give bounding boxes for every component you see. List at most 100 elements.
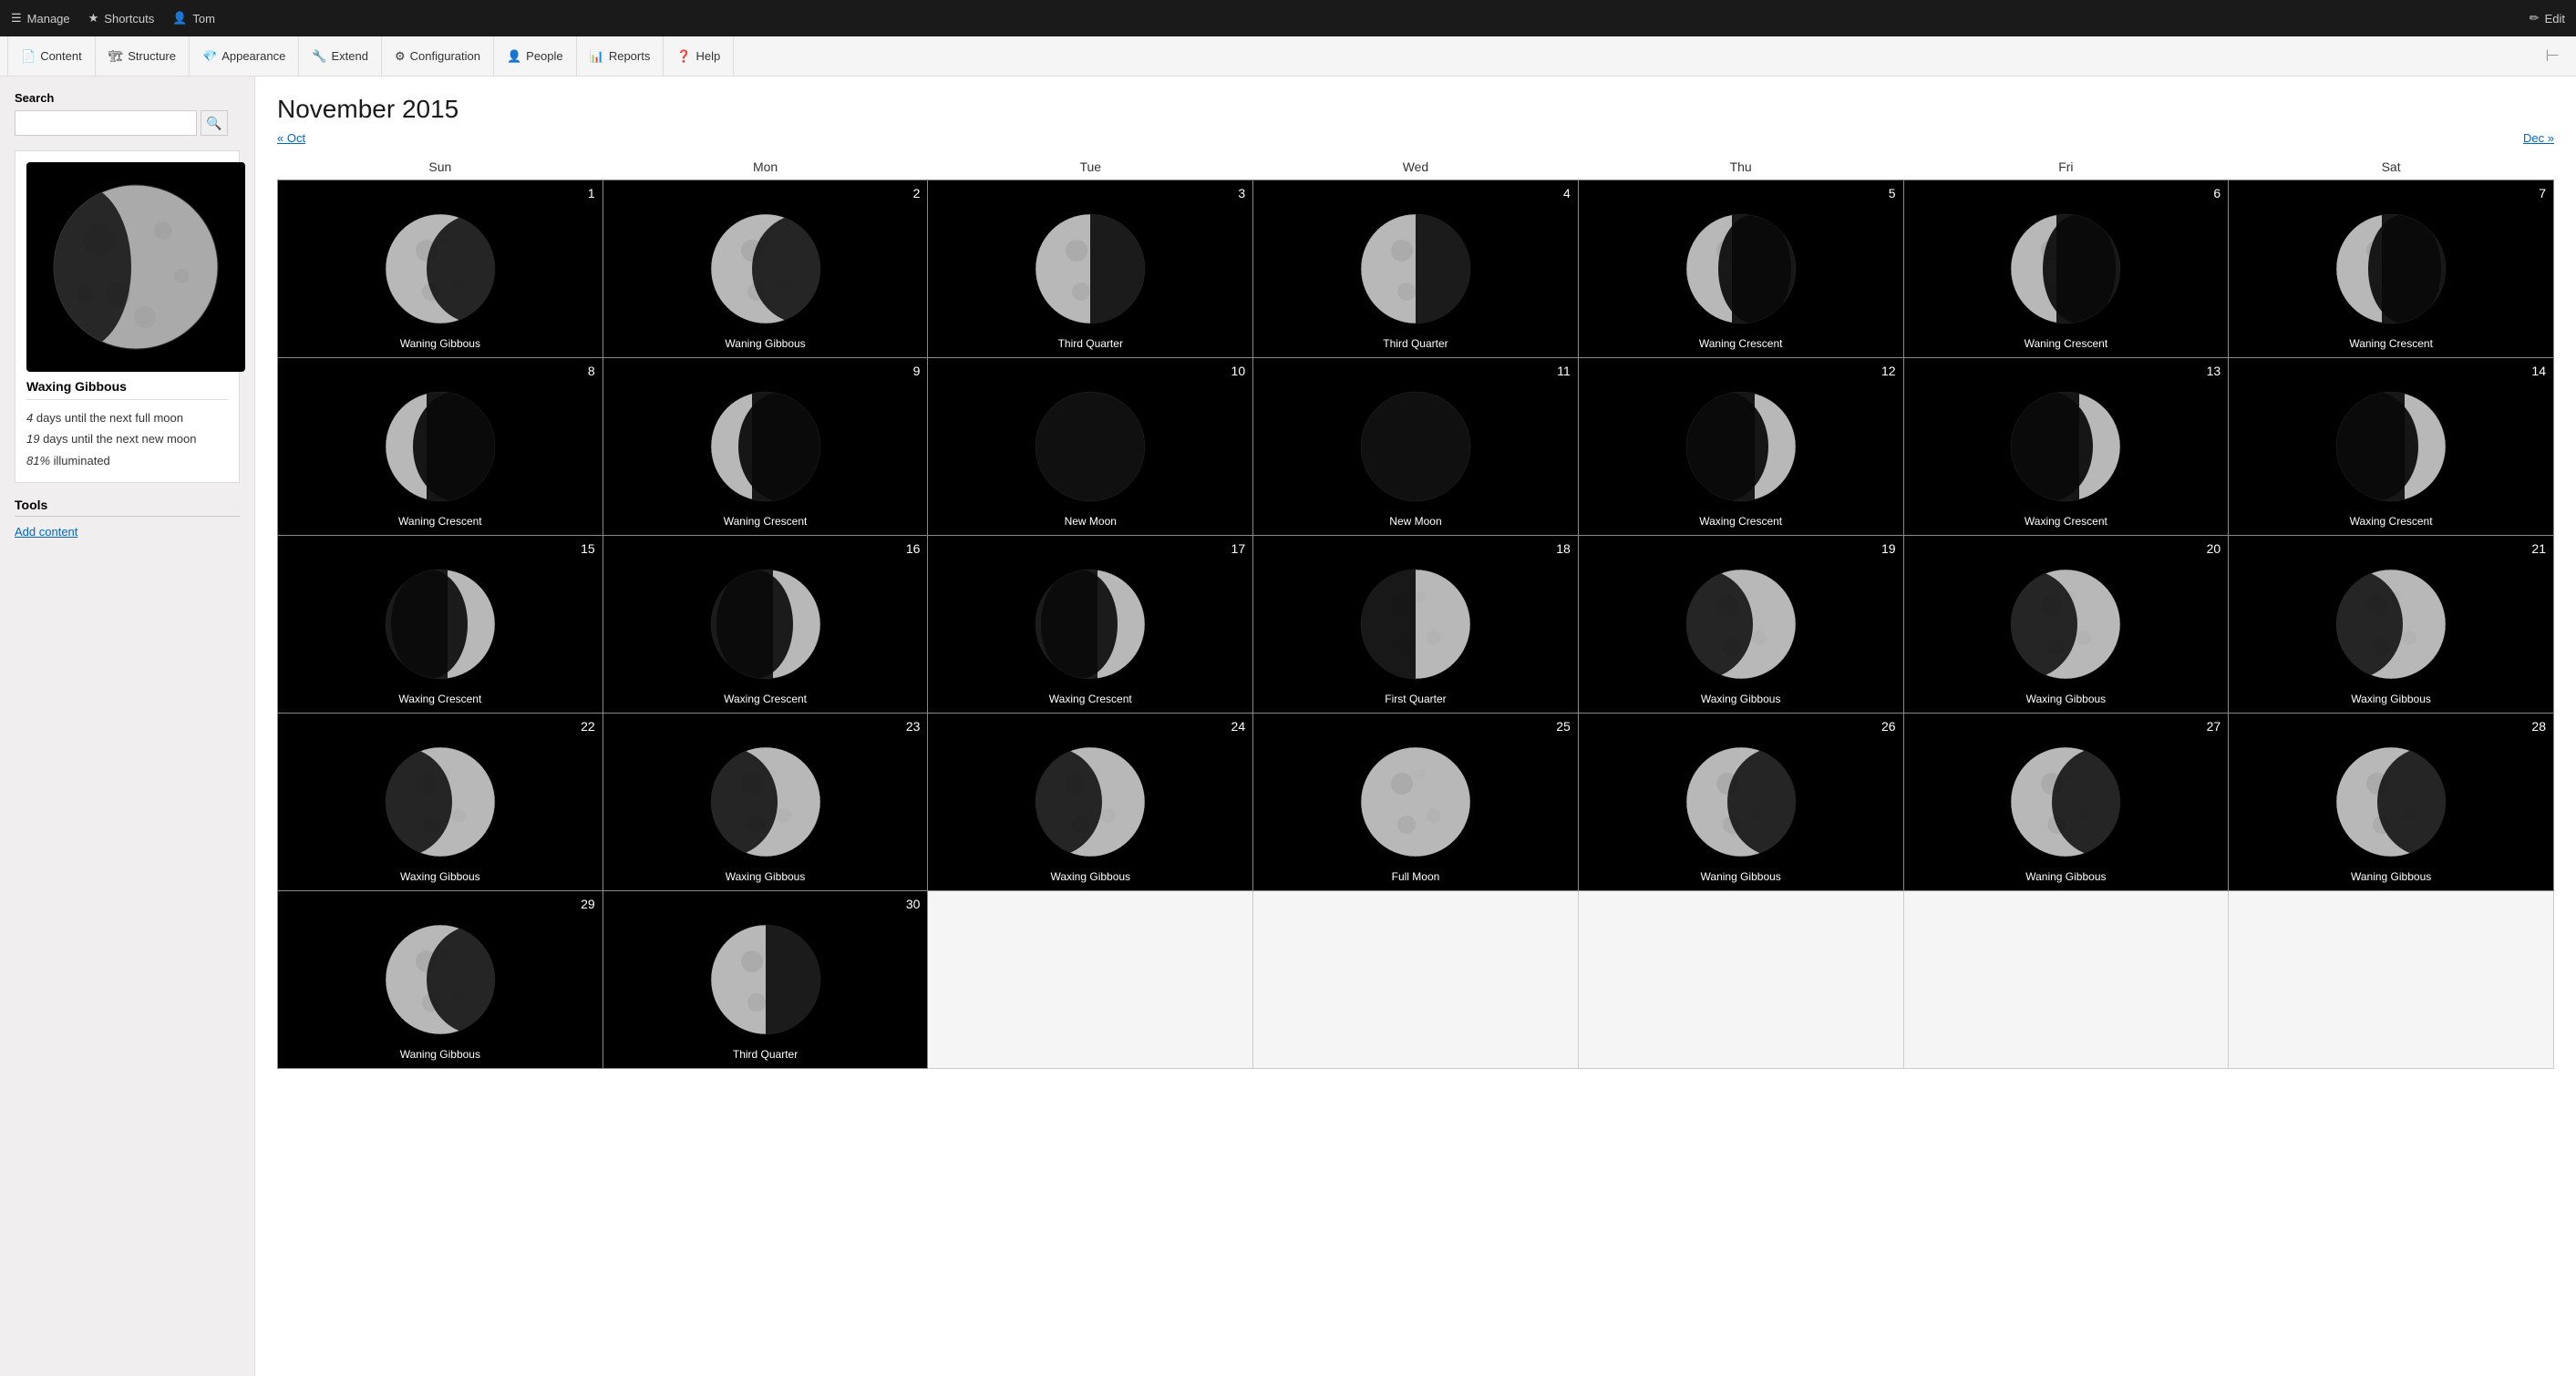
table-row[interactable]: 27 Waning Gibbous bbox=[1903, 714, 2229, 891]
day-number: 2 bbox=[913, 186, 921, 200]
table-row[interactable]: 22 Waxing Gibbous bbox=[278, 714, 603, 891]
weekday-mon: Mon bbox=[603, 154, 928, 180]
nav-configuration[interactable]: ⚙ Configuration bbox=[382, 36, 494, 77]
table-row[interactable]: 18 First Quarter bbox=[1253, 536, 1579, 714]
moon-image bbox=[2229, 714, 2553, 890]
table-row[interactable]: 9 Waning Crescent bbox=[603, 358, 928, 536]
table-row[interactable]: 8 Waning Crescent bbox=[278, 358, 603, 536]
table-row[interactable] bbox=[1578, 891, 1903, 1069]
table-row[interactable]: 7 Waning Crescent bbox=[2229, 180, 2554, 358]
day-number: 8 bbox=[588, 364, 595, 378]
table-row[interactable]: 21 Waxing Gibbous bbox=[2229, 536, 2554, 714]
search-button[interactable]: 🔍 bbox=[201, 110, 228, 136]
table-row[interactable]: 13 Waxing Crescent bbox=[1903, 358, 2229, 536]
search-box: 🔍 bbox=[15, 110, 240, 136]
appearance-icon: 💎 bbox=[202, 49, 217, 64]
day-number: 22 bbox=[581, 719, 595, 734]
manage-menu-item[interactable]: ☰ Manage bbox=[11, 11, 70, 26]
table-row[interactable]: 11 New Moon bbox=[1253, 358, 1579, 536]
nav-reports[interactable]: 📊 Reports bbox=[577, 36, 665, 77]
moon-image bbox=[278, 180, 603, 357]
sidebar-moon-image bbox=[26, 162, 245, 372]
user-menu-item[interactable]: 👤 Tom bbox=[172, 11, 215, 26]
nav-collapse-button[interactable]: ⊢ bbox=[2536, 46, 2569, 66]
phase-label: Waning Gibbous bbox=[278, 1048, 603, 1061]
table-row[interactable]: 23 Waxing Gibbous bbox=[603, 714, 928, 891]
table-row[interactable]: 28 Waning Gibbous bbox=[2229, 714, 2554, 891]
nav-people-label: People bbox=[526, 49, 562, 63]
table-row[interactable]: 1 Waning Gibbous bbox=[278, 180, 603, 358]
phase-label: New Moon bbox=[928, 515, 1252, 528]
moon-image bbox=[278, 358, 603, 535]
table-row[interactable] bbox=[1903, 891, 2229, 1069]
table-row[interactable] bbox=[1253, 891, 1579, 1069]
nav-people[interactable]: 👤 People bbox=[494, 36, 577, 77]
table-row[interactable]: 29 Waning Gibbous bbox=[278, 891, 603, 1069]
table-row[interactable]: 17 Waxing Crescent bbox=[928, 536, 1253, 714]
content-icon: 📄 bbox=[21, 49, 36, 64]
weekday-tue: Tue bbox=[928, 154, 1253, 180]
table-row[interactable]: 15 Waxing Crescent bbox=[278, 536, 603, 714]
day-number: 30 bbox=[906, 897, 921, 911]
moon-image bbox=[1253, 358, 1578, 535]
table-row[interactable]: 20 Waxing Gibbous bbox=[1903, 536, 2229, 714]
table-row[interactable]: 25 Full Moon bbox=[1253, 714, 1579, 891]
add-content-link[interactable]: Add content bbox=[15, 525, 77, 539]
nav-help[interactable]: ❓ Help bbox=[664, 36, 734, 77]
phase-label: Waning Gibbous bbox=[603, 337, 928, 350]
table-row[interactable]: 10 New Moon bbox=[928, 358, 1253, 536]
moon-image bbox=[603, 891, 928, 1068]
table-row[interactable]: 5 Waning Crescent bbox=[1578, 180, 1903, 358]
day-number: 20 bbox=[2207, 541, 2221, 556]
extend-icon: 🔧 bbox=[312, 49, 326, 64]
table-row[interactable]: 4 Third Quarter bbox=[1253, 180, 1579, 358]
table-row[interactable]: 16 Waxing Crescent bbox=[603, 536, 928, 714]
table-row[interactable] bbox=[928, 891, 1253, 1069]
phase-label: Waxing Crescent bbox=[2229, 515, 2553, 528]
phase-label: Waning Crescent bbox=[278, 515, 603, 528]
moon-image bbox=[1904, 714, 2229, 890]
structure-icon: 🏗 bbox=[108, 49, 124, 64]
phase-label: Waxing Crescent bbox=[928, 693, 1252, 705]
nav-extend[interactable]: 🔧 Extend bbox=[299, 36, 382, 77]
moon-image bbox=[603, 714, 928, 890]
nav-appearance[interactable]: 💎 Appearance bbox=[190, 36, 299, 77]
table-row[interactable]: 14 Waxing Crescent bbox=[2229, 358, 2554, 536]
day-number: 27 bbox=[2207, 719, 2221, 734]
nav-configuration-label: Configuration bbox=[410, 49, 480, 63]
day-number: 18 bbox=[1556, 541, 1571, 556]
day-number: 17 bbox=[1231, 541, 1246, 556]
phase-label: Third Quarter bbox=[928, 337, 1252, 350]
table-row[interactable]: 6 Waning Crescent bbox=[1903, 180, 2229, 358]
tools-section: Tools Add content bbox=[15, 498, 240, 539]
prev-month-link[interactable]: « Oct bbox=[277, 131, 305, 145]
moon-image bbox=[603, 180, 928, 357]
phase-label: New Moon bbox=[1253, 515, 1578, 528]
edit-button[interactable]: ✏ Edit bbox=[2530, 11, 2565, 26]
layout: Search 🔍 bbox=[0, 77, 2576, 1376]
help-icon: ❓ bbox=[676, 49, 691, 64]
table-row[interactable]: 12 Waxing Crescent bbox=[1578, 358, 1903, 536]
phase-label: Waxing Gibbous bbox=[1579, 693, 1903, 705]
moon-image bbox=[1579, 180, 1903, 357]
day-number: 13 bbox=[2207, 364, 2221, 378]
moon-image bbox=[1904, 536, 2229, 713]
next-month-link[interactable]: Dec » bbox=[2523, 131, 2554, 145]
search-input[interactable] bbox=[15, 110, 197, 136]
search-label: Search bbox=[15, 91, 240, 105]
moon-image bbox=[1253, 714, 1578, 890]
table-row[interactable]: 2 Waning Gibbous bbox=[603, 180, 928, 358]
nav-content[interactable]: 📄 Content bbox=[7, 36, 96, 77]
weekday-thu: Thu bbox=[1578, 154, 1903, 180]
table-row[interactable]: 26 Waning Gibbous bbox=[1578, 714, 1903, 891]
table-row[interactable]: 30 Third Quarter bbox=[603, 891, 928, 1069]
shortcuts-menu-item[interactable]: ★ Shortcuts bbox=[88, 11, 155, 26]
day-number: 7 bbox=[2539, 186, 2546, 200]
nav-structure[interactable]: 🏗 Structure bbox=[96, 36, 190, 77]
table-row[interactable] bbox=[2229, 891, 2554, 1069]
table-row[interactable]: 24 Waxing Gibbous bbox=[928, 714, 1253, 891]
table-row[interactable]: 3 Third Quarter bbox=[928, 180, 1253, 358]
table-row[interactable]: 19 Waxing Gibbous bbox=[1578, 536, 1903, 714]
phase-label: Waning Crescent bbox=[2229, 337, 2553, 350]
day-number: 10 bbox=[1231, 364, 1246, 378]
